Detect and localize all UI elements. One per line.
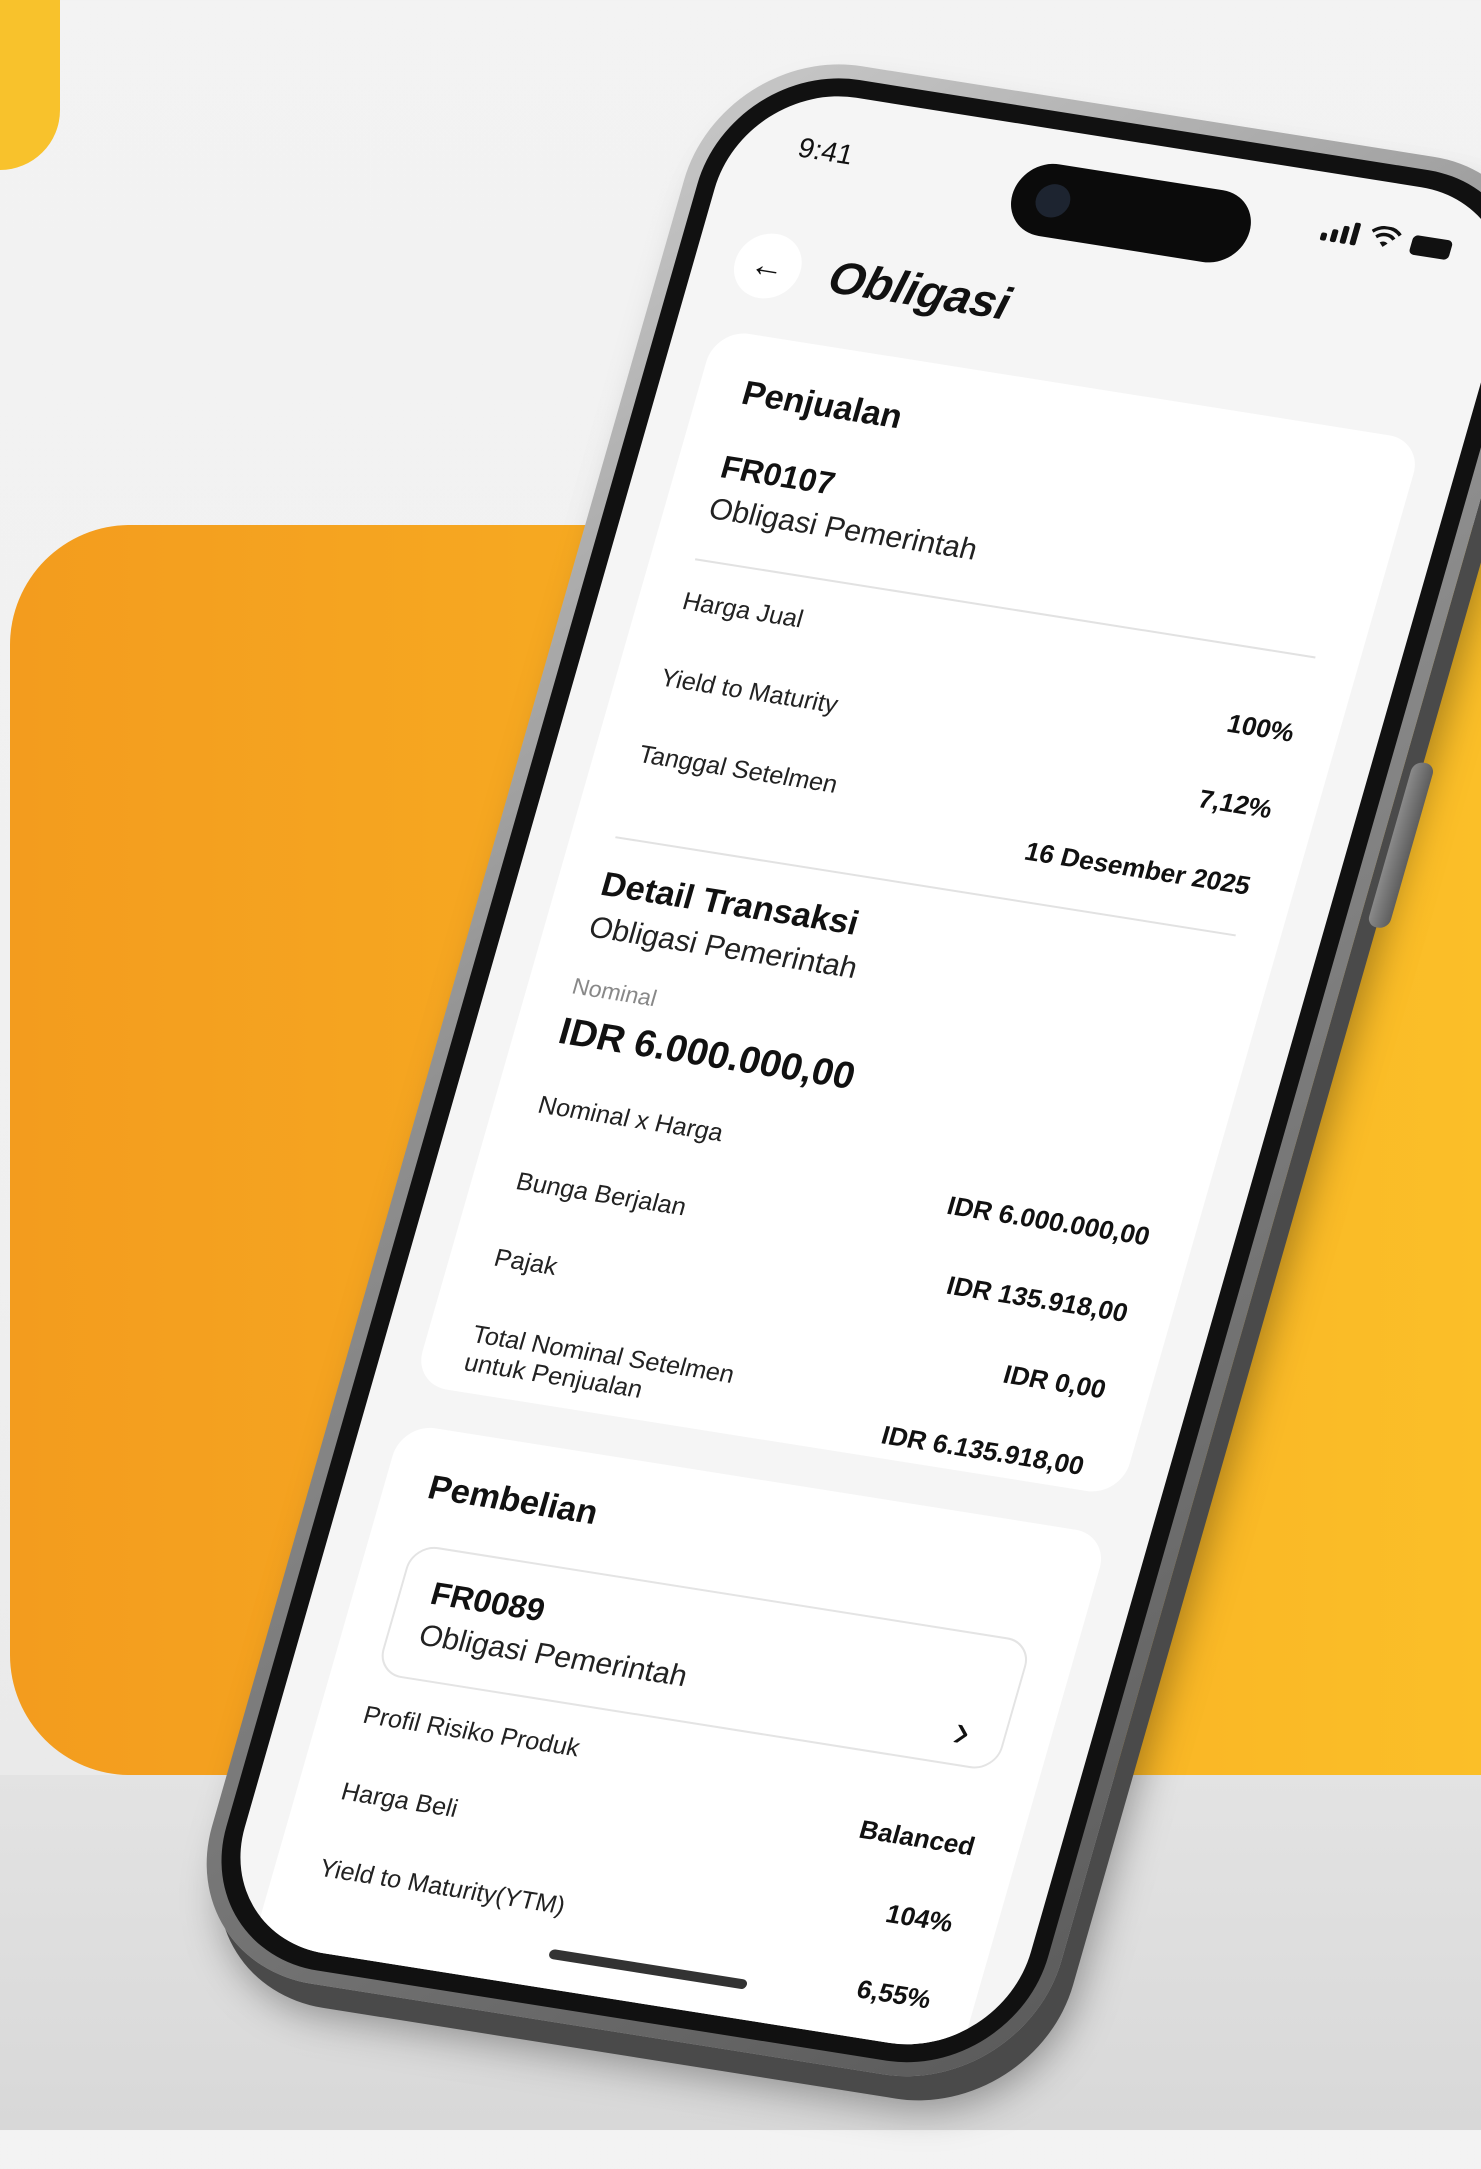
row-value: 7,12% <box>1194 783 1276 825</box>
camera-icon <box>1031 181 1075 220</box>
app-header: ← Obligasi <box>726 227 1020 338</box>
row-value: 104% <box>882 1898 957 1938</box>
row-value: 16 Desember 2025 <box>1021 836 1255 901</box>
row-label: Profil Risiko Produk <box>359 1701 584 1763</box>
row-label: Harga Jual <box>679 587 807 634</box>
row-label: Harga Beli <box>337 1777 462 1823</box>
dynamic-island <box>1002 158 1260 268</box>
wifi-icon <box>1371 225 1402 247</box>
status-icons <box>1319 217 1454 261</box>
signal-icon <box>1319 218 1362 246</box>
row-label: Pajak <box>490 1243 561 1281</box>
row-value: 100% <box>1223 708 1298 748</box>
back-button[interactable]: ← <box>726 228 810 304</box>
battery-icon <box>1408 234 1454 261</box>
row-value: IDR 6.135.918,00 <box>878 1419 1088 1481</box>
row-label: Nominal x Harga <box>534 1090 727 1148</box>
back-arrow-icon: ← <box>745 244 791 287</box>
row-value: IDR 0,00 <box>999 1359 1110 1405</box>
row-value: 6,55% <box>853 1973 935 2015</box>
status-time: 9:41 <box>794 131 858 171</box>
row-value: Balanced <box>856 1814 979 1862</box>
decorative-yellow-shape <box>0 0 60 170</box>
page-title: Obligasi <box>822 250 1017 330</box>
